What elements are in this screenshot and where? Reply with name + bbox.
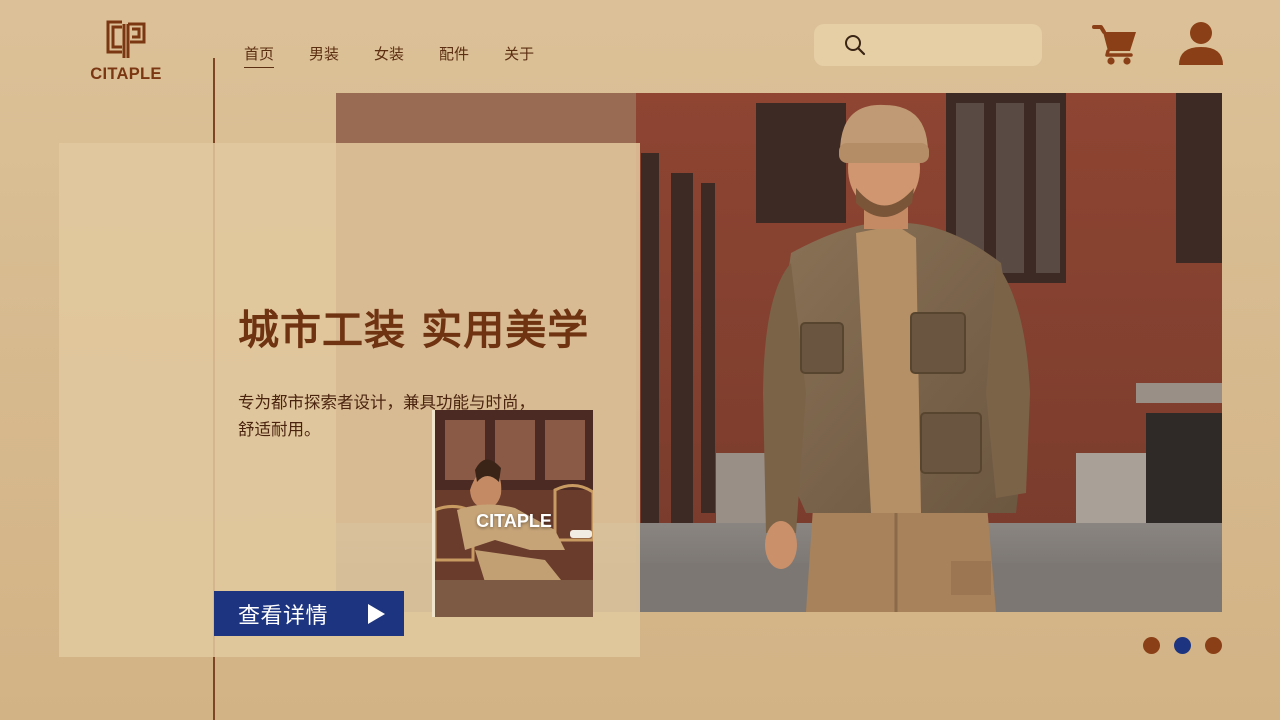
view-details-button[interactable]: 查看详情 <box>214 591 404 636</box>
play-arrow-icon <box>368 604 385 624</box>
search-input[interactable] <box>876 32 1032 58</box>
cart-icon[interactable] <box>1092 22 1138 66</box>
search-icon[interactable] <box>844 34 866 56</box>
brand-logo-mark <box>106 20 146 58</box>
view-details-label: 查看详情 <box>238 603 329 629</box>
nav-item-about[interactable]: 关于 <box>504 44 534 68</box>
hero-thumbnail[interactable]: CITAPLE <box>432 410 593 617</box>
search-box[interactable] <box>814 24 1042 66</box>
hero-headline: 城市工装 实用美学 <box>238 306 590 354</box>
thumbnail-brand-label: CITAPLE <box>476 511 552 531</box>
nav-item-accessories[interactable]: 配件 <box>439 44 469 68</box>
nav-item-women[interactable]: 女装 <box>374 44 404 68</box>
nav-item-home[interactable]: 首页 <box>244 44 275 68</box>
user-icon[interactable] <box>1177 20 1225 66</box>
carousel-dot-3[interactable] <box>1205 637 1222 654</box>
carousel-indicators <box>1143 637 1222 654</box>
main-nav: 首页 男装 女装 配件 关于 <box>244 44 569 68</box>
brand-name: CITAPLE <box>90 65 162 83</box>
brand-logo[interactable]: CITAPLE <box>88 18 164 88</box>
carousel-dot-1[interactable] <box>1143 637 1160 654</box>
nav-item-men[interactable]: 男装 <box>309 44 339 68</box>
carousel-dot-2[interactable] <box>1174 637 1191 654</box>
